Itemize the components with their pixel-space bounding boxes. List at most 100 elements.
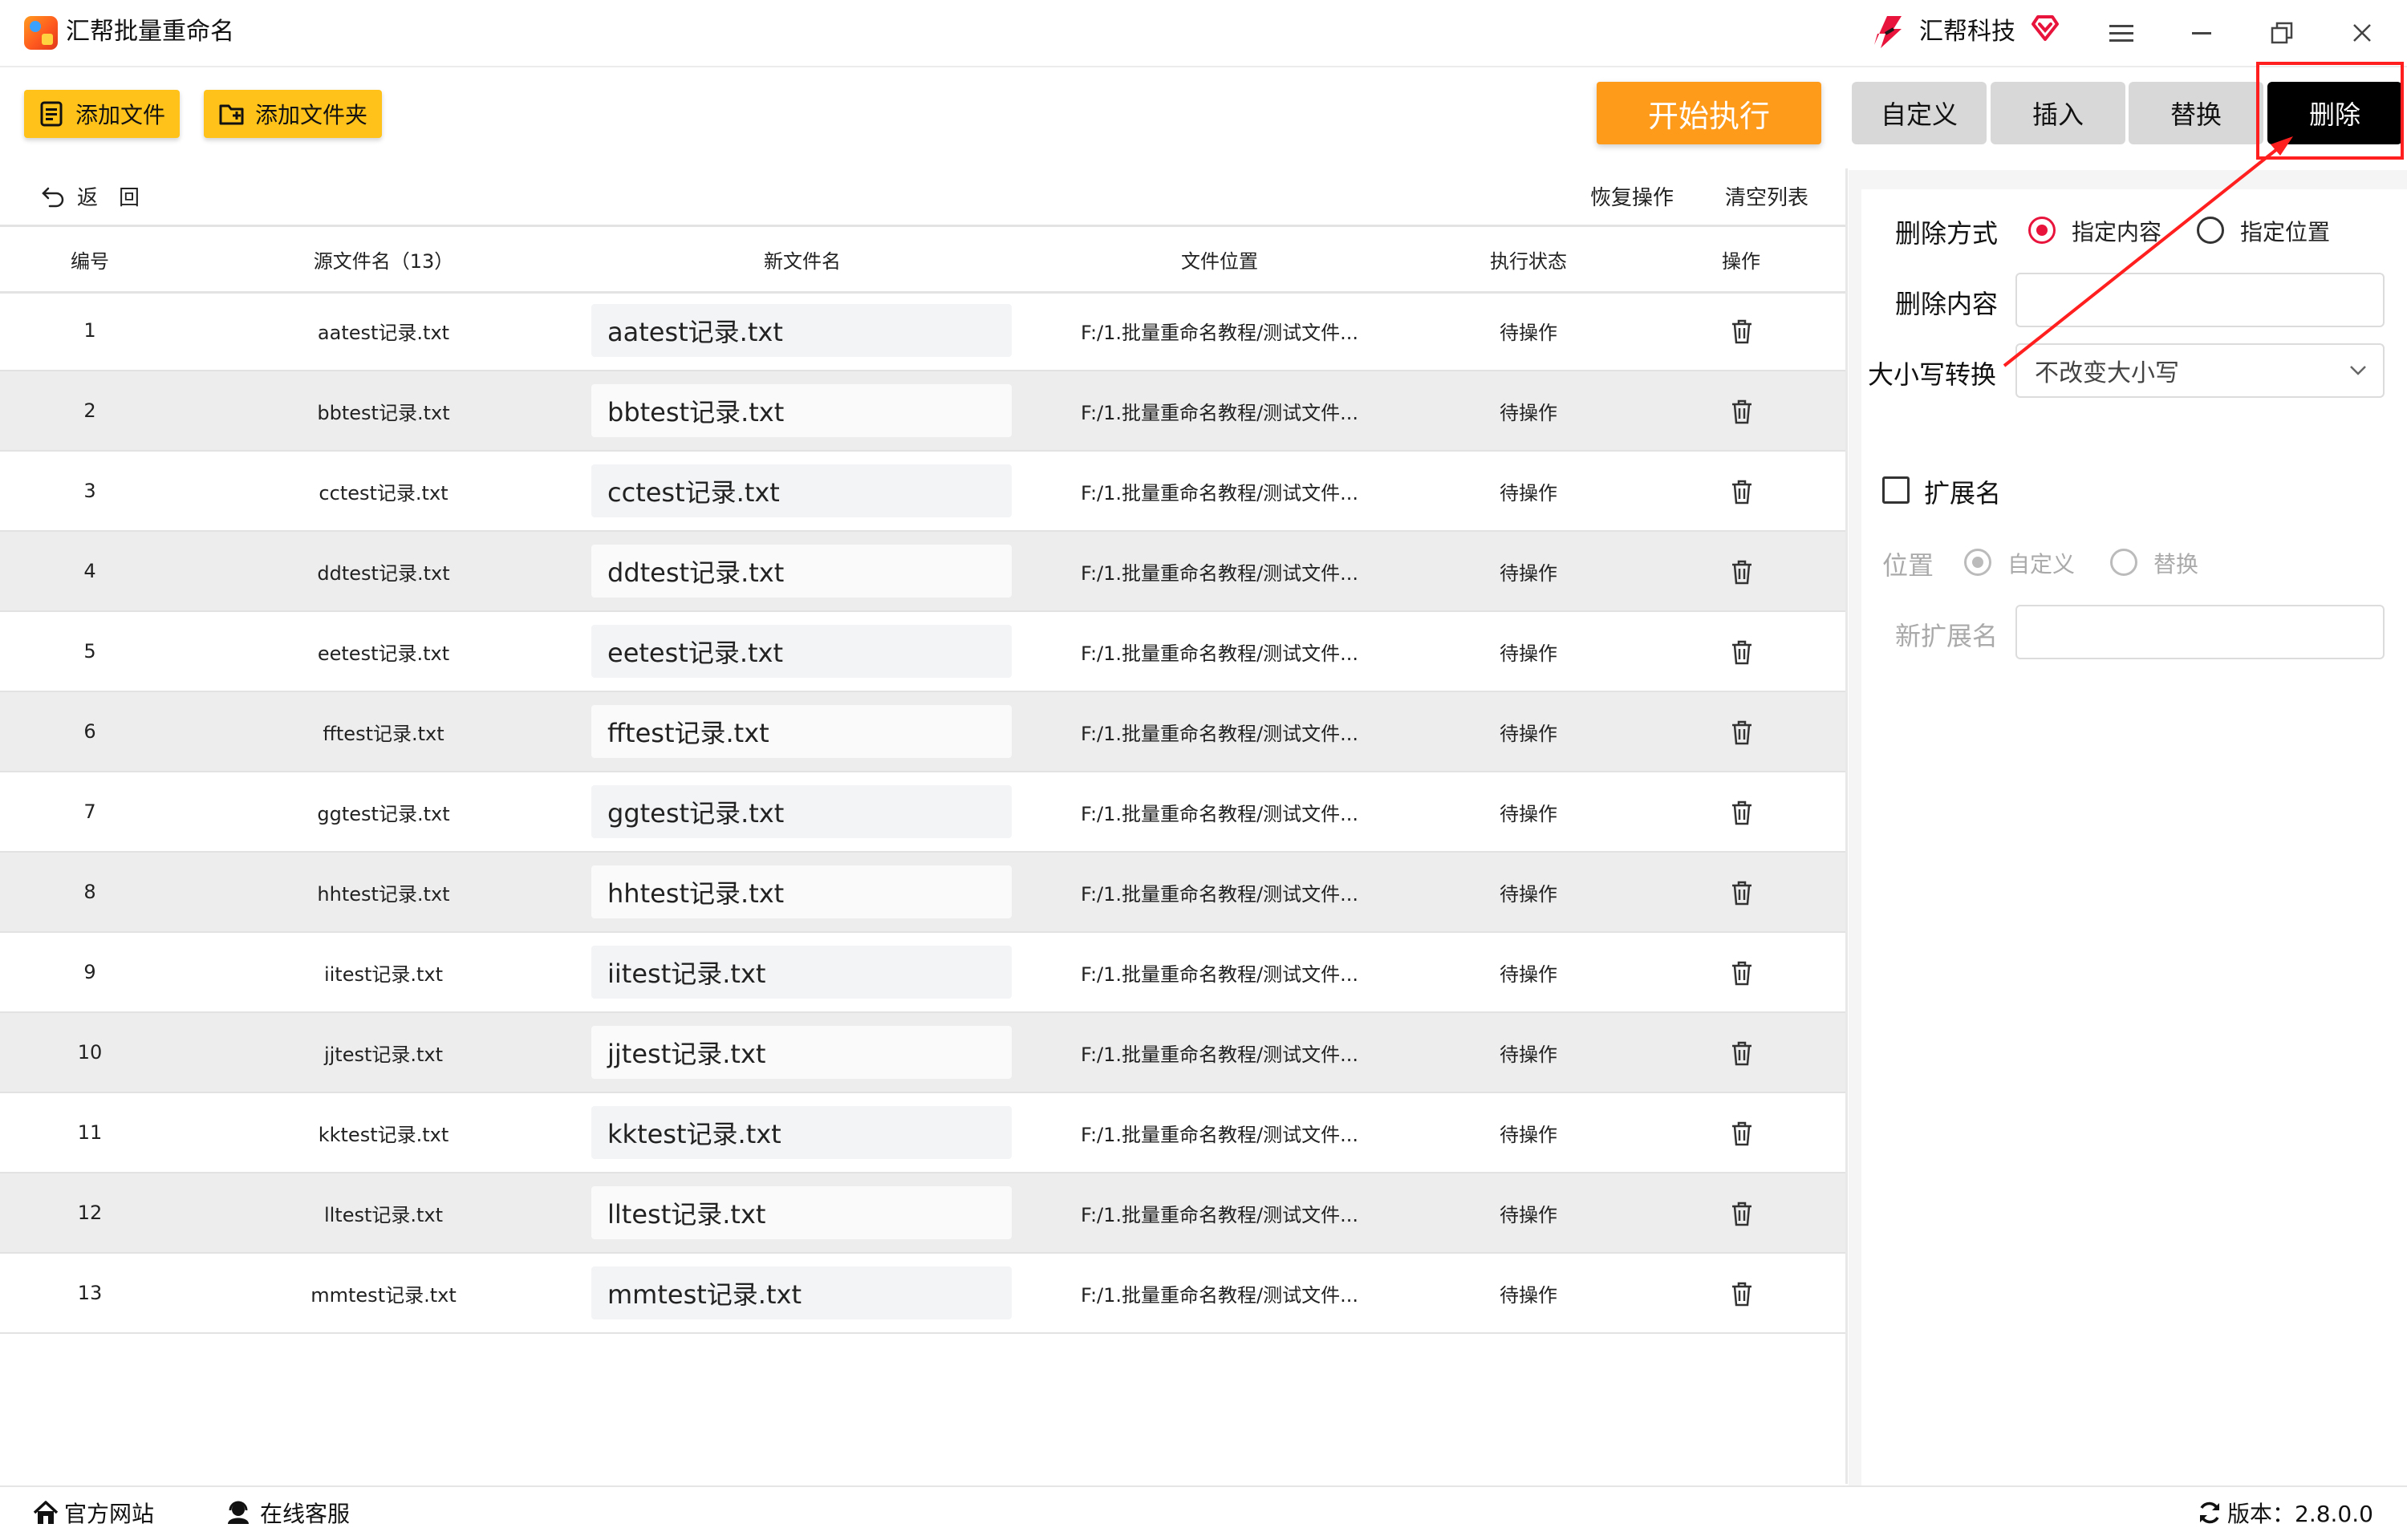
delete-row-icon[interactable] bbox=[1730, 479, 1754, 505]
radio-position-replace[interactable] bbox=[2110, 549, 2137, 576]
delete-row-icon[interactable] bbox=[1730, 719, 1754, 745]
row-status: 待操作 bbox=[1500, 561, 1557, 585]
menu-icon[interactable] bbox=[2099, 14, 2144, 51]
row-new-name-field[interactable]: kktest记录.txt bbox=[591, 1106, 1012, 1159]
back-arrow-icon bbox=[42, 187, 64, 208]
header-source-name: 源文件名（13） bbox=[313, 249, 454, 273]
row-number: 2 bbox=[83, 399, 96, 422]
table-row[interactable]: 7 ggtest记录.txt ggtest记录.txt F:/1.批量重命名教程/测试… bbox=[0, 772, 1845, 853]
minimize-icon[interactable] bbox=[2179, 14, 2224, 51]
row-location: F:/1.批量重命名教程/测试文件... bbox=[1081, 481, 1358, 505]
table-row[interactable]: 12 lltest记录.txt lltest记录.txt F:/1.批量重命名教程/测… bbox=[0, 1173, 1845, 1254]
restore-button[interactable]: 恢复操作 bbox=[1590, 181, 1674, 211]
table-row[interactable]: 13 mmtest记录.txt mmtest记录.txt F:/1.批量重命名教程/测… bbox=[0, 1254, 1845, 1334]
row-new-name-field[interactable]: mmtest记录.txt bbox=[591, 1266, 1012, 1319]
add-file-button[interactable]: 添加文件 bbox=[24, 90, 180, 138]
row-location: F:/1.批量重命名教程/测试文件... bbox=[1081, 882, 1358, 906]
close-icon[interactable] bbox=[2340, 14, 2385, 51]
online-support-link[interactable]: 在线客服 bbox=[225, 1497, 350, 1529]
row-new-name-field[interactable]: eetest记录.txt bbox=[591, 625, 1012, 678]
row-number: 5 bbox=[83, 640, 96, 663]
row-source-name: kktest记录.txt bbox=[318, 1123, 449, 1146]
row-status: 待操作 bbox=[1500, 882, 1557, 906]
delete-row-icon[interactable] bbox=[1730, 1121, 1754, 1146]
table-row[interactable]: 6 fftest记录.txt fftest记录.txt F:/1.批量重命名教程/测试… bbox=[0, 692, 1845, 772]
header-actions: 操作 bbox=[1722, 249, 1760, 273]
panel-divider bbox=[1845, 168, 1848, 1484]
row-new-name-field[interactable]: cctest记录.txt bbox=[591, 464, 1012, 517]
row-number: 12 bbox=[77, 1202, 103, 1224]
row-source-name: jjtest记录.txt bbox=[323, 1043, 444, 1066]
table-row[interactable]: 4 ddtest记录.txt ddtest记录.txt F:/1.批量重命名教程/测试… bbox=[0, 532, 1845, 612]
delete-row-icon[interactable] bbox=[1730, 1040, 1754, 1066]
back-label: 返 回 bbox=[77, 185, 140, 210]
extension-checkbox[interactable] bbox=[1882, 476, 1910, 504]
row-location: F:/1.批量重命名教程/测试文件... bbox=[1081, 401, 1358, 424]
delete-row-icon[interactable] bbox=[1730, 318, 1754, 344]
position-label: 位置 bbox=[1882, 550, 1934, 581]
row-source-name: eetest记录.txt bbox=[317, 642, 450, 665]
refresh-icon bbox=[2200, 1502, 2219, 1524]
table-row[interactable]: 2 bbtest记录.txt bbtest记录.txt F:/1.批量重命名教程/测试… bbox=[0, 371, 1845, 452]
delete-row-icon[interactable] bbox=[1730, 399, 1754, 424]
restore-window-icon[interactable] bbox=[2259, 14, 2304, 51]
row-location: F:/1.批量重命名教程/测试文件... bbox=[1081, 321, 1358, 344]
extension-label: 扩展名 bbox=[1924, 478, 2002, 509]
row-new-name-field[interactable]: aatest记录.txt bbox=[591, 304, 1012, 357]
row-new-name-field[interactable]: jjtest记录.txt bbox=[591, 1026, 1012, 1079]
delete-row-icon[interactable] bbox=[1730, 1201, 1754, 1226]
table-row[interactable]: 11 kktest记录.txt kktest记录.txt F:/1.批量重命名教程/测… bbox=[0, 1093, 1845, 1173]
table-row[interactable]: 1 aatest记录.txt aatest记录.txt F:/1.批量重命名教程/测试… bbox=[0, 291, 1845, 371]
header-location: 文件位置 bbox=[1181, 249, 1258, 273]
row-new-name-field[interactable]: hhtest记录.txt bbox=[591, 865, 1012, 918]
table-row[interactable]: 8 hhtest记录.txt hhtest记录.txt F:/1.批量重命名教程/测试… bbox=[0, 853, 1845, 933]
row-status: 待操作 bbox=[1500, 481, 1557, 505]
clear-list-button[interactable]: 清空列表 bbox=[1725, 181, 1808, 211]
row-new-name-field[interactable]: lltest记录.txt bbox=[591, 1186, 1012, 1239]
new-extension-label: 新扩展名 bbox=[1895, 621, 1999, 651]
new-extension-input[interactable] bbox=[2015, 605, 2385, 659]
start-button[interactable]: 开始执行 bbox=[1597, 82, 1821, 144]
row-number: 7 bbox=[83, 800, 96, 823]
delete-content-label: 删除内容 bbox=[1895, 289, 1999, 319]
row-location: F:/1.批量重命名教程/测试文件... bbox=[1081, 561, 1358, 585]
vip-diamond-icon[interactable] bbox=[2030, 13, 2060, 43]
back-button[interactable]: 返 回 bbox=[40, 178, 140, 213]
delete-row-icon[interactable] bbox=[1730, 800, 1754, 825]
row-status: 待操作 bbox=[1500, 722, 1557, 745]
row-new-name-field[interactable]: fftest记录.txt bbox=[591, 705, 1012, 758]
add-folder-button[interactable]: 添加文件夹 bbox=[204, 90, 382, 138]
row-number: 6 bbox=[83, 720, 96, 743]
app-logo-icon bbox=[24, 16, 58, 50]
delete-row-icon[interactable] bbox=[1730, 1281, 1754, 1307]
row-status: 待操作 bbox=[1500, 1123, 1557, 1146]
row-location: F:/1.批量重命名教程/测试文件... bbox=[1081, 1043, 1358, 1066]
row-status: 待操作 bbox=[1500, 401, 1557, 424]
online-support-label: 在线客服 bbox=[260, 1501, 351, 1527]
official-website-label: 官方网站 bbox=[64, 1501, 155, 1527]
row-new-name-field[interactable]: ddtest记录.txt bbox=[591, 545, 1012, 598]
radio-position-custom[interactable] bbox=[1964, 549, 1991, 576]
row-status: 待操作 bbox=[1500, 802, 1557, 825]
table-row[interactable]: 9 iitest记录.txt iitest记录.txt F:/1.批量重命名教程/测试… bbox=[0, 933, 1845, 1013]
delete-row-icon[interactable] bbox=[1730, 880, 1754, 906]
delete-row-icon[interactable] bbox=[1730, 960, 1754, 986]
tab-custom[interactable]: 自定义 bbox=[1852, 82, 1987, 144]
version-info[interactable]: 版本：2.8.0.0 bbox=[2197, 1497, 2373, 1529]
official-website-link[interactable]: 官方网站 bbox=[32, 1497, 154, 1529]
table-row[interactable]: 3 cctest记录.txt cctest记录.txt F:/1.批量重命名教程/测试… bbox=[0, 452, 1845, 532]
version-label: 版本：2.8.0.0 bbox=[2227, 1501, 2373, 1527]
row-new-name-field[interactable]: ggtest记录.txt bbox=[591, 785, 1012, 838]
row-source-name: mmtest记录.txt bbox=[311, 1283, 457, 1307]
delete-row-icon[interactable] bbox=[1730, 639, 1754, 665]
row-status: 待操作 bbox=[1500, 1043, 1557, 1066]
row-new-name-field[interactable]: bbtest记录.txt bbox=[591, 384, 1012, 437]
row-status: 待操作 bbox=[1500, 321, 1557, 344]
table-row[interactable]: 5 eetest记录.txt eetest记录.txt F:/1.批量重命名教程/测试… bbox=[0, 612, 1845, 692]
row-number: 1 bbox=[83, 319, 96, 342]
table-header: 编号 源文件名（13） 新文件名 文件位置 执行状态 操作 bbox=[0, 225, 1845, 294]
delete-row-icon[interactable] bbox=[1730, 559, 1754, 585]
row-new-name-field[interactable]: iitest记录.txt bbox=[591, 946, 1012, 999]
row-location: F:/1.批量重命名教程/测试文件... bbox=[1081, 1203, 1358, 1226]
table-row[interactable]: 10 jjtest记录.txt jjtest记录.txt F:/1.批量重命名教程/测… bbox=[0, 1013, 1845, 1093]
